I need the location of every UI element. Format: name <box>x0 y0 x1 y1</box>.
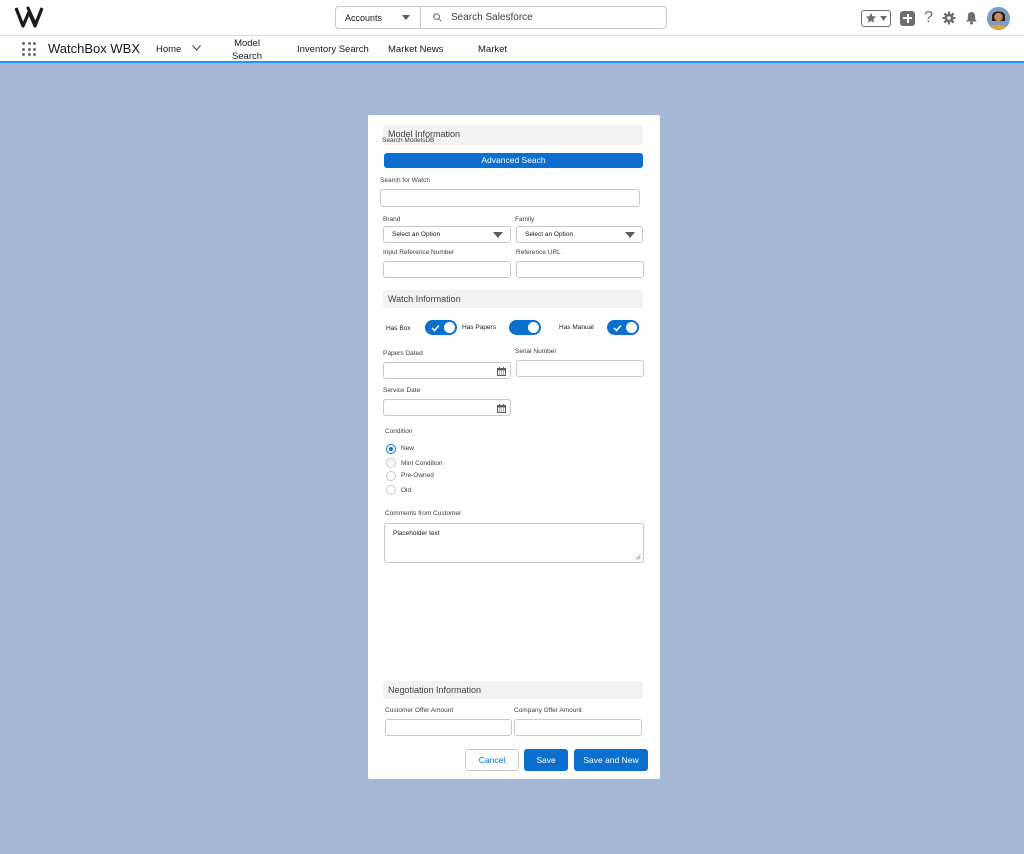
search-input[interactable]: Search Salesforce <box>421 7 666 28</box>
calendar-icon[interactable] <box>497 404 506 413</box>
nav-item-model-search[interactable]: Model Search <box>229 37 265 63</box>
section-header-watch: Watch Information <box>383 290 643 308</box>
favorites-button[interactable] <box>861 9 892 27</box>
resize-handle-icon[interactable] <box>635 554 641 560</box>
nav-item-market[interactable]: Market <box>478 44 507 55</box>
section-header-model: Model Information Search ModelsDB <box>382 125 643 145</box>
nav-item-home[interactable]: Home <box>156 44 181 55</box>
condition-radio-pre-owned[interactable] <box>386 471 396 481</box>
setup-gear-icon[interactable] <box>942 11 956 25</box>
has-manual-toggle[interactable] <box>607 320 639 335</box>
condition-option-label: Old <box>401 487 412 494</box>
search-watch-input[interactable] <box>380 189 640 207</box>
chevron-down-icon[interactable] <box>192 45 201 51</box>
help-icon[interactable]: ? <box>924 10 933 26</box>
chevron-down-icon <box>402 15 410 20</box>
condition-label: Condition <box>385 428 413 435</box>
cancel-button[interactable]: Cancel <box>465 749 519 771</box>
watch-intake-form: Model Information Search ModelsDB Advanc… <box>368 115 660 779</box>
brand-select[interactable]: Select an Option <box>383 226 511 243</box>
condition-radio-old[interactable] <box>386 485 396 495</box>
nav-item-market-news[interactable]: Market News <box>388 44 443 55</box>
favorites-star-icon <box>866 12 877 23</box>
reference-url-label: Reference URL <box>516 249 561 256</box>
check-icon <box>431 324 440 332</box>
chevron-down-icon <box>625 232 635 238</box>
has-papers-toggle[interactable] <box>509 320 541 335</box>
save-and-new-button[interactable]: Save and New <box>574 749 648 771</box>
reference-number-input[interactable] <box>383 261 511 278</box>
chevron-down-icon <box>879 15 887 21</box>
condition-option-label: New <box>401 445 415 452</box>
has-box-label: Has Box <box>386 325 411 332</box>
serial-number-label: Serial Number <box>515 348 557 355</box>
family-label: Family <box>515 216 535 223</box>
save-button[interactable]: Save <box>524 749 568 771</box>
reference-number-label: Input Reference Number <box>383 249 455 256</box>
app-launcher-icon[interactable] <box>22 42 36 56</box>
nav-item-inventory-search[interactable]: Inventory Search <box>297 44 369 55</box>
comments-placeholder: Placeholder text <box>393 530 440 537</box>
calendar-icon[interactable] <box>497 367 506 376</box>
global-search: Accounts Search Salesforce <box>335 6 667 29</box>
condition-radio-mint[interactable] <box>386 458 396 468</box>
notification-bell-icon[interactable] <box>965 11 978 25</box>
service-date-label: Service Date <box>383 387 421 394</box>
section-header-negotiation: Negotiation Information <box>383 681 643 699</box>
search-watch-label: Search for Watch <box>380 177 430 184</box>
header-utilities: ? <box>861 6 1010 30</box>
global-header: Accounts Search Salesforce ? <box>0 0 1024 36</box>
app-name: WatchBox WBX <box>48 41 140 56</box>
comments-textarea[interactable]: Placeholder text <box>384 523 644 563</box>
advanced-search-button[interactable]: Advanced Seach <box>384 153 643 168</box>
check-icon <box>613 324 622 332</box>
has-manual-label: Has Manual <box>559 324 594 331</box>
condition-option-label: Mint Condition <box>401 460 443 467</box>
chevron-down-icon <box>493 232 503 238</box>
has-box-toggle[interactable] <box>425 320 457 335</box>
add-icon[interactable] <box>900 10 916 26</box>
app-navigation: WatchBox WBX Home Model Search Inventory… <box>0 36 1024 63</box>
search-modelsdb-label: Search ModelsDB <box>382 137 435 144</box>
search-icon <box>433 13 442 22</box>
watchbox-logo[interactable] <box>14 4 46 30</box>
reference-url-input[interactable] <box>516 261 644 278</box>
brand-label: Brand <box>383 216 401 223</box>
condition-radio-new[interactable] <box>386 444 396 454</box>
papers-dated-label: Papers Dated <box>383 350 423 357</box>
has-papers-label: Has Papers <box>462 324 496 331</box>
search-placeholder: Search Salesforce <box>451 12 533 23</box>
customer-offer-input[interactable] <box>385 719 512 736</box>
family-select[interactable]: Select an Option <box>516 226 643 243</box>
company-offer-input[interactable] <box>514 719 642 736</box>
serial-number-input[interactable] <box>516 360 644 377</box>
search-scope-select[interactable]: Accounts <box>336 7 421 28</box>
customer-offer-label: Customer Offer Amount <box>385 707 454 714</box>
avatar[interactable] <box>987 6 1010 30</box>
family-select-value: Select an Option <box>525 231 574 238</box>
service-date-input[interactable] <box>383 399 511 416</box>
comments-label: Comments from Customer <box>385 510 462 517</box>
search-scope-label: Accounts <box>345 12 383 23</box>
papers-dated-input[interactable] <box>383 362 511 379</box>
condition-option-label: Pre-Owned <box>401 472 434 479</box>
company-offer-label: Company Offer Amount <box>514 707 582 714</box>
brand-select-value: Select an Option <box>392 231 441 238</box>
